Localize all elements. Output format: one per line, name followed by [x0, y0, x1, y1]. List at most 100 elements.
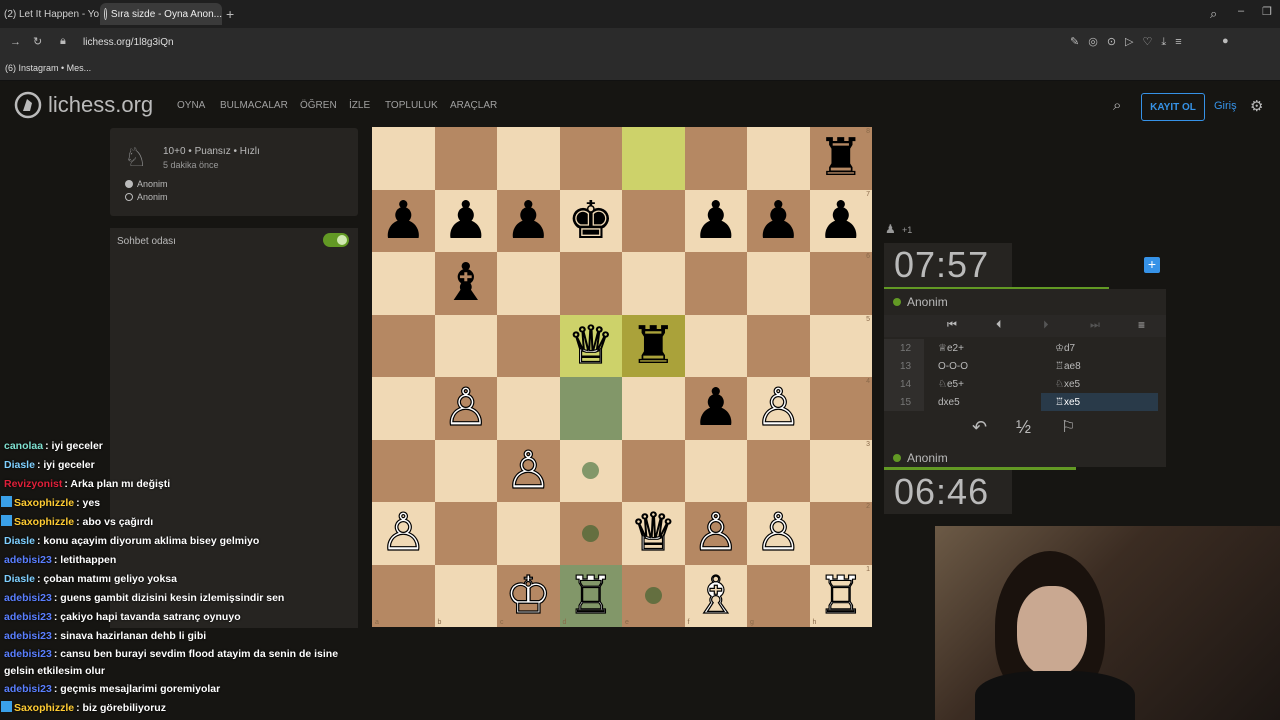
- chat-username[interactable]: adebisi23: [4, 630, 52, 642]
- move-dest-dot[interactable]: [582, 462, 600, 480]
- new-tab-icon[interactable]: +: [226, 6, 234, 22]
- profile-icon[interactable]: ●: [1222, 35, 1229, 47]
- move-dest-dot[interactable]: [644, 587, 662, 605]
- login-link[interactable]: Giriş: [1214, 100, 1237, 112]
- forward-icon[interactable]: →: [10, 36, 21, 48]
- board-square-c3[interactable]: ♙: [497, 439, 560, 502]
- board-square-h6[interactable]: 6: [809, 252, 872, 315]
- resign-flag-icon[interactable]: ⚐: [1061, 417, 1075, 437]
- black-player[interactable]: Anonim: [125, 192, 168, 202]
- chat-username[interactable]: adebisi23: [4, 592, 52, 604]
- minimize-icon[interactable]: –: [1238, 5, 1244, 17]
- board-square-a5[interactable]: [372, 314, 435, 377]
- board-square-a4[interactable]: [372, 377, 435, 440]
- chess-piece[interactable]: ♕: [567, 319, 615, 372]
- board-square-a8[interactable]: [372, 127, 435, 190]
- chess-piece[interactable]: ♙: [504, 444, 552, 497]
- takeback-icon[interactable]: ↶: [972, 417, 987, 438]
- board-square-e7[interactable]: [622, 189, 685, 252]
- board-square-f3[interactable]: [684, 439, 747, 502]
- bookmark-instagram[interactable]: (6) Instagram • Mes...: [5, 63, 91, 73]
- chess-piece[interactable]: ♟: [755, 195, 802, 247]
- board-square-d3[interactable]: [559, 439, 622, 502]
- board-square-d8[interactable]: [559, 127, 622, 190]
- player-top[interactable]: Anonim: [893, 295, 948, 309]
- chat-username[interactable]: Diasle: [4, 535, 35, 547]
- nav-learn[interactable]: ÖĞREN: [300, 100, 337, 111]
- board-square-d6[interactable]: [559, 252, 622, 315]
- board-square-b3[interactable]: [434, 439, 497, 502]
- board-square-d4[interactable]: [559, 377, 622, 440]
- chat-toggle[interactable]: [323, 233, 349, 247]
- board-square-b7[interactable]: ♟: [434, 189, 497, 252]
- chess-piece[interactable]: ♙: [379, 507, 427, 560]
- board-square-c6[interactable]: [497, 252, 560, 315]
- board-square-h7[interactable]: ♟ 7: [809, 189, 872, 252]
- move-black[interactable]: ♘xe5: [1041, 379, 1158, 390]
- move-white[interactable]: O-O-O: [924, 361, 1041, 372]
- board-square-f6[interactable]: [684, 252, 747, 315]
- first-move-icon[interactable]: ⏮: [947, 319, 957, 332]
- board-square-c5[interactable]: [497, 314, 560, 377]
- board-square-a6[interactable]: [372, 252, 435, 315]
- add-time-icon[interactable]: +: [1144, 257, 1160, 273]
- board-square-e8[interactable]: [622, 127, 685, 190]
- extension-icons[interactable]: ✎◎⊙▷♡⤓≡: [1070, 35, 1191, 49]
- board-square-h1[interactable]: ♖ 1 h: [809, 564, 872, 627]
- chat-username[interactable]: Saxophizzle: [14, 516, 74, 528]
- chess-piece[interactable]: ♟: [817, 195, 864, 247]
- chess-piece[interactable]: ♙: [754, 507, 802, 560]
- move-black[interactable]: ♖ae8: [1041, 361, 1158, 372]
- chess-piece[interactable]: ♙: [442, 382, 490, 435]
- board-square-b5[interactable]: [434, 314, 497, 377]
- chat-username[interactable]: Diasle: [4, 573, 35, 585]
- search-icon[interactable]: ⌕: [1113, 97, 1121, 114]
- chess-piece[interactable]: ♜: [817, 132, 864, 184]
- chess-piece[interactable]: ♚: [567, 195, 614, 247]
- next-move-icon[interactable]: ⏵: [1043, 319, 1049, 332]
- board-square-h5[interactable]: 5: [809, 314, 872, 377]
- chat-username[interactable]: Diasle: [4, 459, 35, 471]
- board-square-f2[interactable]: ♙: [684, 502, 747, 565]
- board-square-a3[interactable]: [372, 439, 435, 502]
- board-square-f8[interactable]: [684, 127, 747, 190]
- signup-button[interactable]: KAYIT OL: [1141, 93, 1205, 121]
- settings-gear-icon[interactable]: ⚙: [1250, 97, 1263, 115]
- board-square-b8[interactable]: [434, 127, 497, 190]
- board-square-g5[interactable]: [747, 314, 810, 377]
- lichess-logo[interactable]: lichess.org: [14, 91, 153, 119]
- chess-piece[interactable]: ♙: [692, 507, 740, 560]
- move-white[interactable]: ♘e5+: [924, 379, 1041, 390]
- board-square-h4[interactable]: 4: [809, 377, 872, 440]
- chess-piece[interactable]: ♖: [567, 569, 615, 622]
- nav-play[interactable]: OYNA: [177, 100, 205, 111]
- board-square-b2[interactable]: [434, 502, 497, 565]
- chess-board[interactable]: ♜ 8 ♟ ♟ ♟ ♚ ♟ ♟ ♟ 7 ♝ 6 ♕ ♜ 5 ♙ ♟ ♙ 4 ♙ 3 ♙ ♕ ♙ ♙ 2 a b ♔ c ♖ d e ♗ f g ♖ 1 h: [372, 127, 872, 627]
- board-square-f5[interactable]: [684, 314, 747, 377]
- reload-icon[interactable]: ↻: [33, 35, 42, 48]
- chess-piece[interactable]: ♟: [505, 195, 552, 247]
- board-square-e4[interactable]: [622, 377, 685, 440]
- board-square-e6[interactable]: [622, 252, 685, 315]
- board-square-b1[interactable]: b: [434, 564, 497, 627]
- board-square-h3[interactable]: 3: [809, 439, 872, 502]
- browser-tab-active[interactable]: Sıra sizde - Oyna Anon...: [100, 3, 222, 25]
- last-move-icon[interactable]: ⏭: [1090, 319, 1100, 332]
- board-square-e5[interactable]: ♜: [622, 314, 685, 377]
- chess-piece[interactable]: ♗: [692, 569, 740, 622]
- chess-piece[interactable]: ♖: [817, 569, 865, 622]
- board-square-a1[interactable]: a: [372, 564, 435, 627]
- chat-username[interactable]: Revizyonist: [4, 478, 62, 490]
- board-square-g2[interactable]: ♙: [747, 502, 810, 565]
- board-square-a2[interactable]: ♙: [372, 502, 435, 565]
- chess-piece[interactable]: ♟: [692, 195, 739, 247]
- nav-watch[interactable]: İZLE: [349, 100, 370, 111]
- chat-username[interactable]: Saxophizzle: [14, 702, 74, 714]
- move-white[interactable]: ♕e2+: [924, 343, 1041, 354]
- board-square-b6[interactable]: ♝: [434, 252, 497, 315]
- board-square-f1[interactable]: ♗ f: [684, 564, 747, 627]
- chess-piece[interactable]: ♔: [504, 569, 552, 622]
- board-square-b4[interactable]: ♙: [434, 377, 497, 440]
- menu-icon[interactable]: ≡: [1138, 318, 1145, 332]
- player-bottom[interactable]: Anonim: [893, 451, 948, 465]
